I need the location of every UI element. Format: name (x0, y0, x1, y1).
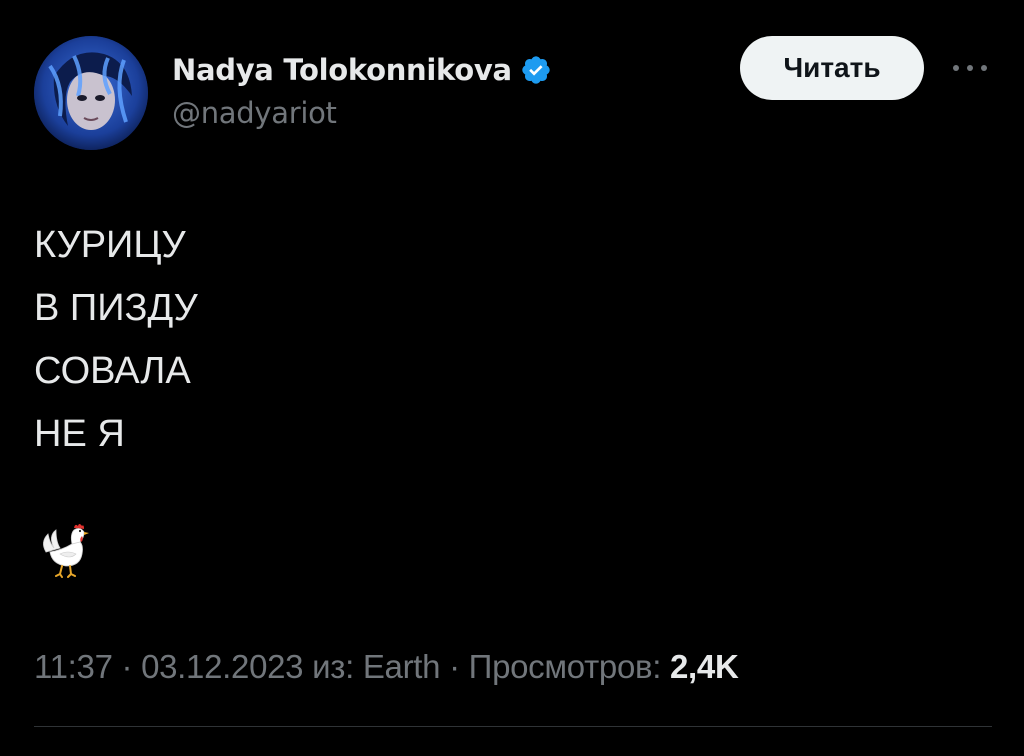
source-prefix: из: (312, 648, 354, 685)
meta-separator: · (112, 648, 142, 685)
author-display-name[interactable]: Nadya Tolokonnikova (172, 53, 512, 87)
tweet-card: Nadya Tolokonnikova @nadyariot Читать КУ… (0, 0, 1024, 756)
tweet-source: Earth (362, 648, 441, 685)
tweet-line: НЕ Я (34, 413, 125, 455)
avatar-image (34, 36, 148, 150)
tweet-text: КУРИЦУ В ПИЗДУ СОВАЛА НЕ Я (34, 214, 934, 466)
author-handle[interactable]: @nadyariot (172, 96, 552, 130)
meta-separator: · (440, 648, 469, 685)
views-count[interactable]: 2,4K (670, 648, 739, 685)
follow-button[interactable]: Читать (740, 36, 924, 100)
avatar[interactable] (34, 36, 148, 150)
divider (34, 726, 992, 727)
verified-badge-icon (520, 54, 552, 86)
more-horizontal-icon (953, 65, 987, 71)
tweet-line: СОВАЛА (34, 350, 191, 392)
author-info: Nadya Tolokonnikova @nadyariot (172, 50, 552, 130)
tweet-line: В ПИЗДУ (34, 287, 198, 329)
rooster-emoji-icon (38, 522, 92, 578)
tweet-meta: 11:37 · 03.12.2023 из: Earth · Просмотро… (34, 648, 739, 686)
tweet-line: КУРИЦУ (34, 224, 186, 266)
more-options-button[interactable] (946, 50, 994, 86)
tweet-date[interactable]: 03.12.2023 (141, 648, 303, 685)
views-label: Просмотров: (468, 648, 662, 685)
name-row: Nadya Tolokonnikova (172, 50, 552, 90)
tweet-time[interactable]: 11:37 (34, 648, 113, 685)
